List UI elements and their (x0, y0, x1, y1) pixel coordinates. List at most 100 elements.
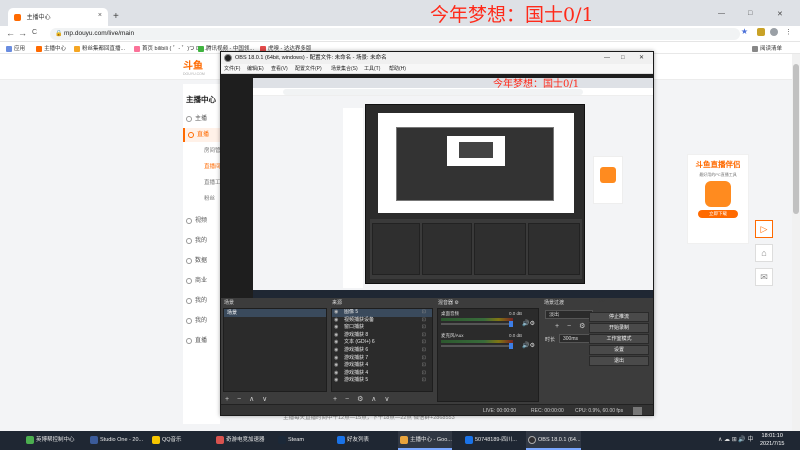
obs-preview[interactable]: 今年梦想：国士0/1 (221, 74, 653, 298)
taskbar-item[interactable]: 50748189-四川... (463, 431, 517, 450)
settings-button[interactable]: 设置 (589, 345, 649, 355)
obs-maximize-button[interactable]: □ (621, 52, 625, 64)
sidebar-item-live[interactable]: 直播 (183, 128, 220, 142)
sidebar-item-mine-1[interactable]: 我的 (183, 234, 220, 248)
menu-file[interactable]: 文件(F) (224, 65, 240, 72)
douyu-logo[interactable]: 斗鱼 DOUYU.COM (183, 57, 205, 76)
browser-menu-icon[interactable]: ⋮ (785, 28, 792, 36)
tab-close-icon[interactable]: × (98, 12, 102, 19)
chart-icon (186, 258, 192, 264)
menu-edit[interactable]: 编辑(E) (247, 65, 264, 72)
sidebar-sub-tools[interactable]: 直播工 (183, 178, 220, 186)
feedback-float-icon[interactable]: ✉ (755, 268, 773, 286)
sidebar-item-live-2[interactable]: 直播 (183, 334, 220, 348)
start-recording-button[interactable]: 开始录制 (589, 323, 649, 333)
taskbar-item[interactable]: 奇游电竞加速器 (214, 431, 265, 450)
browser-tabstrip: 主播中心 × + — □ ✕ (0, 0, 800, 26)
studio-mode-button[interactable]: 工作室模式 (589, 334, 649, 344)
scrollbar-thumb[interactable] (793, 64, 799, 214)
sidebar-item-data[interactable]: 数据 (183, 254, 220, 268)
source-item[interactable]: ◉ 文本 (GDI+) 6 ⊡ (332, 339, 432, 347)
taskbar-item[interactable]: OBS 18.0.1 (64... (526, 431, 581, 450)
promo-download-button[interactable]: 立即下载 (698, 210, 738, 218)
extension-icon[interactable] (757, 28, 765, 36)
source-item[interactable]: ◉ 图像 5 ⊡ (332, 309, 432, 317)
transition-toolbar[interactable]: + − ⚙ (555, 322, 588, 330)
forward-icon[interactable]: → (18, 28, 27, 38)
sidebar-item-business[interactable]: 商业 (183, 274, 220, 288)
window-close-button[interactable]: ✕ (777, 10, 783, 18)
taskbar-item[interactable]: 主播中心 - Goo... (398, 431, 452, 450)
speaker-gear-icon[interactable]: 🔊⚙ (522, 320, 535, 327)
source-item[interactable]: ◉ 游戏捕获 5 ⊡ (332, 377, 432, 385)
home-float-icon[interactable]: ⌂ (755, 244, 773, 262)
taskbar-item[interactable]: Studio One - 20... (88, 431, 143, 450)
speaker-gear-icon[interactable]: 🔊⚙ (522, 342, 535, 349)
sidebar-sub-room[interactable]: 房间管 (183, 146, 220, 154)
duration-label: 时长 (545, 337, 556, 343)
sources-toolbar[interactable]: + − ⚙ ∧ ∨ (333, 395, 392, 403)
taskbar-clock[interactable]: 18:01:10 2021/7/15 (760, 432, 784, 448)
scenes-list[interactable]: 场景 (223, 308, 327, 392)
lock-icon: ⊡ (421, 339, 426, 346)
video-icon (186, 218, 192, 224)
volume-slider[interactable] (441, 343, 513, 349)
taskbar-item[interactable]: QQ音乐 (150, 431, 182, 450)
sidebar-item-mine-2[interactable]: 我的 (183, 294, 220, 308)
source-item[interactable]: ◉ 游戏捕获 6 ⊡ (332, 347, 432, 355)
eye-icon: ◉ (334, 369, 339, 376)
bookmark-star-icon[interactable]: ★ (741, 27, 748, 36)
source-item[interactable]: ◉ 窗口捕获 ⊡ (332, 324, 432, 332)
duration-field[interactable]: 300ms (559, 334, 593, 343)
menu-profile[interactable]: 配置文件(P) (295, 65, 322, 72)
profile-avatar[interactable] (770, 28, 778, 36)
lock-icon: ⊡ (421, 331, 426, 338)
sidebar-item-video[interactable]: 视频 (183, 214, 220, 228)
obs-close-button[interactable]: ✕ (639, 52, 644, 64)
eye-icon: ◉ (334, 316, 339, 323)
stop-streaming-button[interactable]: 停止推流 (589, 312, 649, 322)
companion-promo-card[interactable]: 斗鱼直播伴侣 最好用的PC直播工具 立即下载 (687, 154, 749, 244)
taskbar-item[interactable]: 英博帮控制中心 (24, 431, 75, 450)
bookmark-anchor-center[interactable]: 主播中心 (36, 44, 66, 52)
sidebar-item-anchor[interactable]: 主播 (183, 112, 220, 126)
tab-title: 主播中心 (26, 15, 51, 21)
promo-title: 斗鱼直播伴侣 (695, 160, 741, 169)
scenes-toolbar[interactable]: + − ∧ ∨ (225, 395, 270, 403)
scene-item[interactable]: 场景 (224, 309, 326, 317)
back-icon[interactable]: ← (6, 28, 15, 38)
play-float-icon[interactable]: ▷ (755, 220, 773, 238)
new-tab-button[interactable]: + (113, 11, 119, 22)
system-tray[interactable]: ∧ ☁ ⊞ 🔊 中 (718, 434, 754, 443)
menu-view[interactable]: 查看(V) (271, 65, 288, 72)
source-item[interactable]: ◉ 游戏捕获 4 ⊡ (332, 362, 432, 370)
exit-button[interactable]: 退出 (589, 356, 649, 366)
obs-title-text: OBS 18.0.1 (64bit, windows) - 配置文件: 未命名 … (235, 55, 387, 61)
browser-tab-active[interactable]: 主播中心 × (8, 8, 108, 26)
url-field[interactable]: 🔒 mp.douyu.com/live/main (50, 28, 740, 40)
bookmark-fans[interactable]: 粉丝集都回直播... (74, 44, 125, 52)
sources-dock: 来源 ◉ 图像 5 ⊡ ◉ 视频捕获设备 ⊡ ◉ 窗口捕获 ⊡ ◉ 游戏捕获 8 ⊡ ◉ 文本 (… (329, 298, 435, 404)
sources-list[interactable]: ◉ 图像 5 ⊡ ◉ 视频捕获设备 ⊡ ◉ 窗口捕获 ⊡ ◉ 游戏捕获 8 ⊡ ◉ 文本 (GDI… (331, 308, 433, 392)
sidebar-sub-liveroom[interactable]: 直播间 (183, 162, 220, 170)
sidebar-sub-fans[interactable]: 粉丝 (183, 194, 220, 202)
obs-dock-area: 场景 场景 + − ∧ ∨ 来源 ◉ 图像 5 ⊡ ◉ 视频捕获设备 ⊡ ◉ 窗口捕获 ⊡ … (221, 298, 653, 404)
taskbar-item[interactable]: Steam (276, 431, 304, 450)
obs-minimize-button[interactable]: — (604, 52, 610, 64)
window-minimize-button[interactable]: — (718, 10, 725, 17)
sidebar-item-mine-3[interactable]: 我的 (183, 314, 220, 328)
menu-help[interactable]: 帮助(H) (389, 65, 406, 72)
obs-logo-icon (224, 54, 232, 62)
volume-slider[interactable] (441, 321, 513, 327)
taskbar-item[interactable]: 好友列表 (335, 431, 369, 450)
transition-select[interactable]: 淡出 (545, 310, 593, 319)
menu-scene-collection[interactable]: 场景集合(S) (331, 65, 358, 72)
briefcase-icon (186, 278, 192, 284)
bookmark-apps[interactable]: 应用 (6, 44, 25, 52)
menu-tools[interactable]: 工具(T) (364, 65, 380, 72)
reading-list[interactable]: 阅读清单 (752, 44, 782, 52)
reload-icon[interactable]: C (32, 29, 37, 36)
window-maximize-button[interactable]: □ (748, 10, 752, 17)
bookmark-bilibili[interactable]: 首页 bilibili ( ゜- ゜)つ Da... (134, 44, 208, 52)
page-scrollbar[interactable] (792, 54, 800, 431)
